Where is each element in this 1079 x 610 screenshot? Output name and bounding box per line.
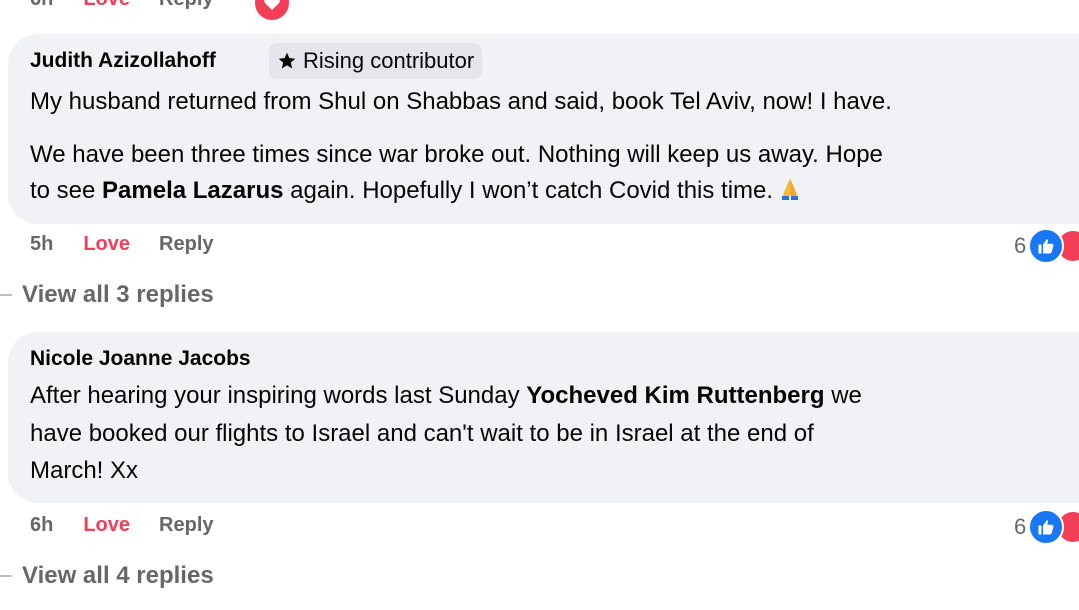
reaction-count: 6 <box>1014 514 1027 539</box>
reply-button[interactable]: Reply <box>159 233 213 256</box>
comment-text-line: My husband returned from Shul on Shabbas… <box>30 88 892 115</box>
love-icon[interactable] <box>255 0 289 20</box>
comment-author[interactable]: Nicole Joanne Jacobs <box>30 347 251 371</box>
reaction-count: 6 <box>1014 233 1027 258</box>
comment-timestamp[interactable]: 6h <box>30 0 53 11</box>
comments-page: 6h Love Reply Judith Azizollahoff Rising… <box>0 0 1079 610</box>
love-reaction-button[interactable]: Love <box>83 233 130 256</box>
comment-actions: 6h Love Reply <box>30 514 214 537</box>
view-replies-label: View all 3 replies <box>22 281 214 308</box>
comment-bubble: Judith Azizollahoff Rising contributor M… <box>8 34 1079 224</box>
comment-text-line: to see Pamela Lazarus again. Hopefully I… <box>30 173 803 211</box>
comment-actions: 5h Love Reply <box>30 233 214 256</box>
like-icon <box>1028 509 1065 545</box>
reaction-summary[interactable]: 6 <box>1014 228 1079 264</box>
comment-bubble: Nicole Joanne Jacobs After hearing your … <box>8 332 1079 503</box>
reaction-summary[interactable]: 6 <box>1014 509 1079 545</box>
text-fragment: After hearing your inspiring words last … <box>30 382 527 409</box>
love-reaction-button[interactable]: Love <box>83 514 130 537</box>
star-icon <box>278 52 296 69</box>
comment-text-line: After hearing your inspiring words last … <box>30 378 862 413</box>
comment-text-line: have booked our flights to Israel and ca… <box>30 420 814 447</box>
text-fragment: again. Hopefully I won’t catch Covid thi… <box>283 177 774 204</box>
comment-timestamp[interactable]: 5h <box>30 233 53 256</box>
comment-text-line: March! Xx <box>30 457 139 484</box>
folded-hands-emoji <box>777 175 803 211</box>
reply-button[interactable]: Reply <box>159 0 213 11</box>
badge-label: Rising contributor <box>303 48 475 73</box>
mention-link[interactable]: Pamela Lazarus <box>102 177 283 204</box>
view-replies-label: View all 4 replies <box>22 562 214 589</box>
mention-link[interactable]: Yocheved Kim Ruttenberg <box>526 382 824 409</box>
text-fragment: we <box>824 382 862 409</box>
rising-contributor-badge[interactable]: Rising contributor <box>269 43 483 79</box>
comment-timestamp[interactable]: 6h <box>30 514 53 537</box>
comment-actions-previous: 6h Love Reply <box>30 0 214 11</box>
thread-line <box>0 294 12 296</box>
thread-line <box>0 575 12 577</box>
comment-author[interactable]: Judith Azizollahoff <box>30 49 216 73</box>
love-reaction-button[interactable]: Love <box>83 0 130 11</box>
like-icon <box>1028 228 1065 264</box>
comment-text-line: We have been three times since war broke… <box>30 141 883 168</box>
reply-button[interactable]: Reply <box>159 514 213 537</box>
view-replies-link[interactable]: View all 4 replies <box>0 562 214 590</box>
text-fragment: to see <box>30 177 103 204</box>
view-replies-link[interactable]: View all 3 replies <box>0 281 214 309</box>
